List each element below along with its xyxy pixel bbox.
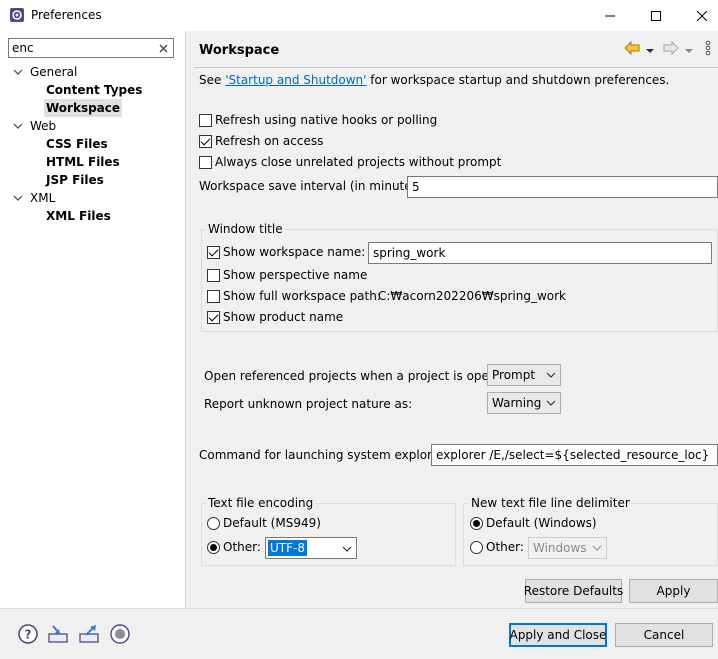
close-button[interactable] <box>679 0 718 31</box>
maximize-icon <box>651 10 661 21</box>
delimiter-other-select: Windows <box>528 537 607 559</box>
save-interval-label: Workspace save interval (in minutes): <box>199 179 427 193</box>
refresh-native-checkbox[interactable] <box>199 114 212 127</box>
apply-and-close-button[interactable]: Apply and Close <box>509 623 607 647</box>
chevron-down-icon <box>342 546 352 552</box>
open-referenced-label: Open referenced projects when a project … <box>204 369 516 383</box>
intro-suffix: for workspace startup and shutdown prefe… <box>366 73 670 87</box>
show-perspective-name-label: Show perspective name <box>223 268 368 282</box>
maximize-button[interactable] <box>633 0 679 31</box>
back-dropdown-icon[interactable] <box>646 44 654 53</box>
expanded-chevron-icon[interactable] <box>13 67 23 77</box>
refresh-access-label: Refresh on access <box>215 134 324 148</box>
tree-item-label: HTML Files <box>46 155 120 169</box>
clear-filter-icon[interactable] <box>155 40 171 56</box>
tree-item-label: Web <box>30 119 57 133</box>
show-product-name-label: Show product name <box>223 310 344 324</box>
forward-arrow-icon <box>663 40 679 56</box>
encoding-default-radio[interactable] <box>207 517 220 530</box>
show-full-path-label: Show full workspace path: <box>223 289 381 303</box>
open-referenced-select[interactable]: Prompt <box>487 364 561 386</box>
page-title: Workspace <box>199 43 280 58</box>
encoding-other-select[interactable]: UTF-8 <box>265 537 357 559</box>
startup-shutdown-link[interactable]: 'Startup and Shutdown' <box>225 73 366 87</box>
delimiter-other-label: Other: <box>486 540 524 554</box>
apply-button[interactable]: Apply <box>629 579 718 603</box>
cancel-button[interactable]: Cancel <box>615 623 713 647</box>
close-icon <box>697 10 707 21</box>
tree-item-label: CSS Files <box>46 137 108 151</box>
preferences-tree-panel <box>0 31 186 608</box>
refresh-native-label: Refresh using native hooks or polling <box>215 113 438 127</box>
minimize-icon <box>605 15 615 16</box>
open-referenced-value: Prompt <box>492 368 536 382</box>
tree-item-label: Workspace <box>44 99 123 117</box>
text-encoding-group-title: Text file encoding <box>206 496 316 510</box>
intro-text: See 'Startup and Shutdown' for workspace… <box>199 73 669 87</box>
chevron-down-icon <box>546 372 556 378</box>
minimize-button[interactable] <box>587 0 633 31</box>
preferences-app-icon <box>9 7 25 23</box>
encoding-other-value: UTF-8 <box>268 540 307 556</box>
show-workspace-name-checkbox[interactable] <box>207 246 220 259</box>
show-full-path-checkbox[interactable] <box>207 290 220 303</box>
delimiter-other-radio[interactable] <box>470 541 483 554</box>
expanded-chevron-icon[interactable] <box>13 121 23 131</box>
workspace-name-input[interactable]: spring_work <box>368 242 712 264</box>
chevron-down-icon <box>592 545 602 551</box>
unknown-nature-label: Report unknown project nature as: <box>204 397 413 411</box>
intro-prefix: See <box>199 73 226 87</box>
tree-item-label: XML <box>30 191 56 205</box>
explorer-command-label: Command for launching system explorer: <box>199 448 448 462</box>
view-menu-icon[interactable] <box>704 40 712 56</box>
show-perspective-name-checkbox[interactable] <box>207 269 220 282</box>
unknown-nature-select[interactable]: Warning <box>487 392 561 414</box>
show-workspace-name-label: Show workspace name: <box>223 245 366 259</box>
filter-box <box>8 38 174 58</box>
chevron-down-icon <box>546 400 556 406</box>
export-icon[interactable] <box>78 623 100 645</box>
restore-defaults-button[interactable]: Restore Defaults <box>524 579 623 603</box>
expanded-chevron-icon[interactable] <box>13 193 23 203</box>
tree-item-label: Content Types <box>46 83 143 97</box>
oomph-icon[interactable] <box>109 623 131 645</box>
line-delimiter-group-title: New text file line delimiter <box>469 496 632 510</box>
encoding-other-label: Other: <box>223 540 261 554</box>
tree-item-label: XML Files <box>46 209 111 223</box>
back-arrow-icon[interactable] <box>624 40 640 56</box>
header-separator <box>194 67 718 68</box>
window-title-group-title: Window title <box>206 222 285 236</box>
delimiter-default-label: Default (Windows) <box>486 516 597 530</box>
dialog-button-bar <box>0 608 718 659</box>
save-interval-input[interactable]: 5 <box>407 176 718 198</box>
help-icon[interactable]: ? <box>17 623 39 645</box>
filter-input[interactable] <box>12 40 152 56</box>
always-close-label: Always close unrelated projects without … <box>215 155 502 169</box>
encoding-default-label: Default (MS949) <box>223 516 321 530</box>
encoding-other-radio[interactable] <box>207 541 220 554</box>
import-icon[interactable] <box>47 623 69 645</box>
svg-text:?: ? <box>25 628 32 642</box>
always-close-checkbox[interactable] <box>199 156 212 169</box>
unknown-nature-value: Warning <box>492 396 542 410</box>
forward-dropdown-icon <box>685 44 693 53</box>
show-product-name-checkbox[interactable] <box>207 311 220 324</box>
explorer-command-input[interactable]: explorer /E,/select=${selected_resource_… <box>431 444 718 466</box>
window-title: Preferences <box>31 8 102 22</box>
full-path-value: C:₩acorn202206₩spring_work <box>378 289 566 303</box>
refresh-access-checkbox[interactable] <box>199 135 212 148</box>
tree-item-label: General <box>30 65 78 79</box>
delimiter-other-value: Windows <box>533 541 587 555</box>
tree-item-label: JSP Files <box>46 173 104 187</box>
delimiter-default-radio[interactable] <box>470 517 483 530</box>
